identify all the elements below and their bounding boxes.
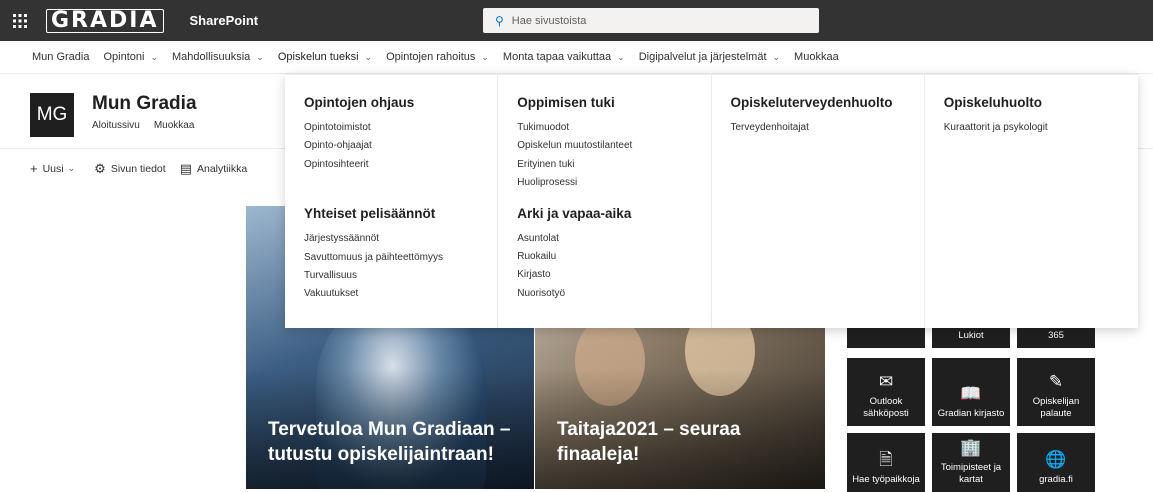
mega-menu-link[interactable]: Tukimuodot	[517, 119, 710, 137]
chevron-down-icon: ⌄	[617, 51, 625, 62]
hero-title-taitaja: Taitaja2021 – seuraa finaaleja!	[557, 419, 741, 465]
mega-menu-column: Opiskeluterveydenhuolto Terveydenhoitaja…	[712, 75, 925, 328]
mega-menu-link[interactable]: Kirjasto	[517, 266, 710, 284]
hub-item-label: Opintoni	[103, 51, 145, 63]
tile-label: Lukiot	[958, 330, 984, 341]
site-links: Aloitussivu Muokkaa	[92, 120, 194, 131]
site-title[interactable]: Mun Gradia	[92, 93, 197, 115]
mega-menu: Opintojen ohjaus Opintotoimistot Opinto-…	[285, 74, 1138, 328]
gear-icon: ⚙	[94, 160, 106, 176]
chevron-down-icon: ⌄	[150, 51, 159, 62]
chevron-down-icon: ⌄	[256, 51, 264, 62]
gradia-logo[interactable]: GRADIA	[46, 8, 164, 33]
mega-menu-heading[interactable]: Opiskeluhuolto	[944, 95, 1138, 110]
book-icon: 📖	[960, 384, 982, 403]
chevron-down-icon: ⌄	[364, 51, 373, 62]
document-icon: 🗎	[879, 450, 893, 469]
mega-menu-link[interactable]: Opinto-ohjaajat	[304, 137, 497, 155]
quick-link-outlook[interactable]: ✉ Outlook sähköposti	[847, 358, 925, 426]
hero-title-welcome: Tervetuloa Mun Gradiaan – tutustu opiske…	[268, 419, 511, 465]
mega-menu-heading[interactable]: Opintojen ohjaus	[304, 95, 497, 110]
mega-menu-link[interactable]: Opiskelun muutostilanteet	[517, 137, 710, 155]
quick-link-locations[interactable]: 🏢 Toimipisteet ja kartat	[932, 433, 1010, 492]
tile-label: Hae työpaikkoja	[852, 474, 920, 485]
hub-item-muokkaa[interactable]: Muokkaa	[794, 51, 839, 63]
plus-icon: +	[30, 161, 38, 176]
analytics-button[interactable]: ▤ Analytiikka	[180, 161, 248, 177]
hub-navigation: Mun Gradia Opintoni ⌄ Mahdollisuuksia ⌄ Op…	[0, 41, 1153, 74]
suite-bar: GRADIA SharePoint ⚲ Hae sivustoista	[0, 0, 1153, 41]
mega-menu-link[interactable]: Ruokailu	[517, 248, 710, 266]
chevron-down-icon: ⌄	[67, 163, 76, 173]
tile-label: Gradian kirjasto	[937, 408, 1005, 419]
chevron-down-icon: ⌄	[772, 51, 781, 62]
mega-menu-column: Opiskeluhuolto Kuraattorit ja psykologit	[925, 75, 1138, 328]
hub-item-opiskelun-tueksi[interactable]: Opiskelun tueksi ⌄	[278, 51, 372, 63]
chevron-down-icon: ⌄	[481, 51, 489, 62]
page-details-label: Sivun tiedot	[110, 162, 166, 175]
mega-menu-link[interactable]: Terveydenhoitajat	[731, 119, 924, 137]
mega-menu-link[interactable]: Opintotoimistot	[304, 119, 497, 137]
sharepoint-link[interactable]: SharePoint	[190, 13, 259, 28]
search-box[interactable]: ⚲ Hae sivustoista	[483, 8, 819, 33]
analytics-label: Analytiikka	[196, 162, 248, 175]
mega-menu-column: Oppimisen tuki Tukimuodot Opiskelun muut…	[498, 75, 712, 328]
page-details-button[interactable]: ⚙ Sivun tiedot	[94, 161, 166, 177]
hub-item-label: Opintojen rahoitus	[386, 51, 476, 63]
quick-link-library[interactable]: 📖 Gradian kirjasto	[932, 358, 1010, 426]
hub-item-label: Monta tapaa vaikuttaa	[502, 51, 612, 63]
mega-menu-link[interactable]: Asuntolat	[517, 230, 710, 248]
site-link-edit[interactable]: Muokkaa	[154, 120, 195, 131]
tile-label: Toimipisteet ja kartat	[940, 462, 1002, 485]
search-icon: ⚲	[495, 13, 504, 28]
mega-menu-link[interactable]: Erityinen tuki	[517, 156, 710, 174]
building-icon: 🏢	[960, 438, 982, 457]
mega-menu-heading[interactable]: Arki ja vapaa-aika	[517, 206, 710, 221]
quick-link-gradia-fi[interactable]: 🌐 gradia.fi	[1017, 433, 1095, 492]
hub-item-opintojen-rahoitus[interactable]: Opintojen rahoitus ⌄	[386, 51, 489, 63]
mail-icon: ✉	[878, 372, 894, 391]
mega-menu-link[interactable]: Turvallisuus	[304, 267, 497, 285]
hub-item-label: Mun Gradia	[32, 51, 90, 63]
hub-item-digipalvelut[interactable]: Digipalvelut ja järjestelmät ⌄	[639, 51, 780, 63]
tile-label: Opiskelijan palaute	[1032, 396, 1080, 419]
mega-menu-link[interactable]: Vakuutukset	[304, 285, 497, 303]
mega-menu-heading[interactable]: Opiskeluterveydenhuolto	[731, 95, 924, 110]
mega-menu-column: Opintojen ohjaus Opintotoimistot Opinto-…	[285, 75, 499, 328]
search-placeholder: Hae sivustoista	[511, 14, 587, 27]
quick-link-feedback[interactable]: ✎ Opiskelijan palaute	[1017, 358, 1095, 426]
site-logo[interactable]: MG	[30, 93, 74, 137]
hub-item-label: Muokkaa	[794, 51, 839, 63]
site-link-home[interactable]: Aloitussivu	[92, 120, 140, 131]
mega-menu-link[interactable]: Nuorisotyö	[517, 285, 710, 303]
tile-label: 365	[1048, 330, 1064, 341]
mega-menu-link[interactable]: Savuttomuus ja päihteettömyys	[304, 249, 497, 267]
globe-icon: 🌐	[1045, 450, 1067, 469]
tile-label: Outlook sähköposti	[863, 396, 909, 419]
mega-menu-heading[interactable]: Oppimisen tuki	[517, 95, 710, 110]
new-button[interactable]: + Uusi ⌄	[30, 161, 80, 176]
hub-item-mahdollisuuksia[interactable]: Mahdollisuuksia ⌄	[172, 51, 264, 63]
analytics-icon: ▤	[179, 160, 192, 176]
hub-item-mun-gradia[interactable]: Mun Gradia	[32, 51, 89, 63]
mega-menu-link[interactable]: Opintosihteerit	[304, 156, 497, 174]
hub-item-label: Mahdollisuuksia	[172, 51, 251, 63]
tile-label: gradia.fi	[1039, 474, 1073, 485]
hub-item-label: Digipalvelut ja järjestelmät	[638, 51, 767, 63]
hub-item-monta-tapaa-vaikuttaa[interactable]: Monta tapaa vaikuttaa ⌄	[503, 51, 625, 63]
new-label: Uusi	[42, 162, 64, 175]
feedback-icon: ✎	[1048, 372, 1064, 391]
mega-menu-link[interactable]: Kuraattorit ja psykologit	[944, 119, 1138, 137]
mega-menu-heading[interactable]: Yhteiset pelisäännöt	[304, 206, 497, 221]
hub-item-label: Opiskelun tueksi	[277, 51, 359, 63]
mega-menu-link[interactable]: Huoliprosessi	[517, 174, 710, 192]
quick-link-jobs[interactable]: 🗎 Hae työpaikkoja	[847, 433, 925, 492]
app-launcher-icon[interactable]	[0, 0, 40, 41]
mega-menu-link[interactable]: Järjestyssäännöt	[304, 230, 497, 248]
hub-item-opintoni[interactable]: Opintoni ⌄	[103, 51, 158, 63]
